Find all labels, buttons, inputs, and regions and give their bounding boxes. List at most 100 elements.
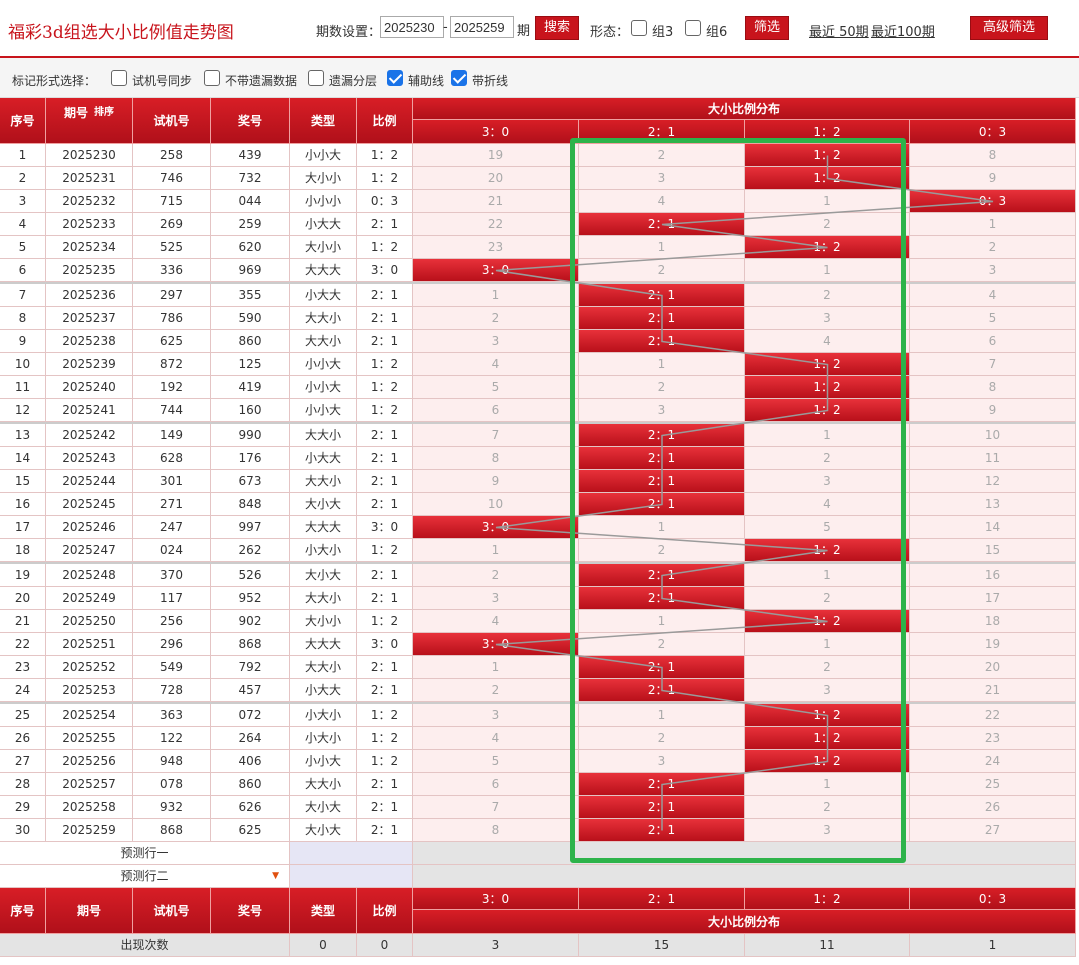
row-type: 小大大 (290, 679, 357, 702)
option-polyline-checkbox[interactable] (451, 70, 467, 86)
row-ratio: 1：2 (357, 376, 413, 399)
row-miss-value: 7 (413, 796, 579, 819)
row-trial-number: 744 (133, 399, 211, 422)
row-trial-number: 192 (133, 376, 211, 399)
row-miss-value: 2 (579, 539, 745, 562)
zu6-checkbox[interactable] (685, 20, 701, 36)
row-miss-value: 2 (579, 376, 745, 399)
row-miss-value: 3 (579, 750, 745, 773)
header-type: 类型 (290, 98, 357, 144)
row-seq: 6 (0, 259, 46, 282)
row-prize-number: 262 (211, 539, 290, 562)
row-miss-value: 8 (910, 144, 1076, 167)
row-ratio: 1：2 (357, 144, 413, 167)
footer-dist-col-0: 3：0 (413, 888, 579, 910)
row-ratio-hit: 2：1 (579, 679, 745, 702)
row-ratio-hit: 1：2 (745, 750, 910, 773)
row-prize-number: 044 (211, 190, 290, 213)
row-period: 2025252 (46, 656, 133, 679)
row-miss-value: 2 (910, 236, 1076, 259)
option-miss-layer-checkbox[interactable] (308, 70, 324, 86)
footer-header-seq: 序号 (0, 888, 46, 934)
row-prize-number: 902 (211, 610, 290, 633)
row-miss-value: 5 (745, 516, 910, 539)
row-ratio: 2：1 (357, 587, 413, 610)
row-miss-value: 10 (910, 424, 1076, 447)
row-miss-value: 6 (910, 330, 1076, 353)
row-miss-value: 1 (413, 539, 579, 562)
row-miss-value: 3 (910, 259, 1076, 282)
row-miss-value: 5 (413, 750, 579, 773)
row-seq: 18 (0, 539, 46, 562)
row-trial-number: 872 (133, 353, 211, 376)
header-trial: 试机号 (133, 98, 211, 144)
period-from-input[interactable] (380, 16, 444, 38)
row-ratio-hit: 1：2 (745, 144, 910, 167)
row-miss-value: 5 (910, 307, 1076, 330)
predict-row-2-input[interactable] (290, 865, 413, 888)
recent-100-link[interactable]: 最近100期 (871, 21, 935, 40)
row-prize-number: 848 (211, 493, 290, 516)
period-suffix: 期 (517, 24, 531, 39)
count-value: 3 (413, 934, 579, 957)
header-ratio: 比例 (357, 98, 413, 144)
row-ratio: 1：2 (357, 353, 413, 376)
row-miss-value: 2 (745, 587, 910, 610)
row-seq: 19 (0, 564, 46, 587)
row-miss-value: 1 (745, 564, 910, 587)
marker-options-bar: 标记形式选择： 试机号同步 不带遗漏数据 遗漏分层 辅助线 带折线 (0, 58, 1079, 98)
row-miss-value: 2 (579, 727, 745, 750)
row-type: 大小小 (290, 610, 357, 633)
sort-button[interactable]: 排序 (94, 107, 114, 118)
row-trial-number: 256 (133, 610, 211, 633)
row-trial-number: 628 (133, 447, 211, 470)
row-ratio: 2：1 (357, 307, 413, 330)
row-miss-value: 22 (413, 213, 579, 236)
recent-50-link[interactable]: 最近 50期 (809, 21, 869, 40)
row-period: 2025253 (46, 679, 133, 702)
row-seq: 13 (0, 424, 46, 447)
row-prize-number: 125 (211, 353, 290, 376)
option-aux-line-checkbox[interactable] (387, 70, 403, 86)
row-miss-value: 23 (413, 236, 579, 259)
row-miss-value: 2 (413, 679, 579, 702)
row-period: 2025257 (46, 773, 133, 796)
option-no-miss-label: 不带遗漏数据 (225, 74, 298, 88)
search-button[interactable]: 搜索 (535, 16, 579, 40)
zu3-checkbox[interactable] (631, 20, 647, 36)
row-seq: 9 (0, 330, 46, 353)
row-ratio-hit: 1：2 (745, 610, 910, 633)
row-ratio-hit: 2：1 (579, 656, 745, 679)
row-type: 小大大 (290, 447, 357, 470)
predict-row-1-input[interactable] (290, 842, 413, 865)
header-period[interactable]: 期号 排序 (46, 98, 133, 144)
row-prize-number: 526 (211, 564, 290, 587)
row-seq: 24 (0, 679, 46, 702)
row-miss-value: 1 (413, 656, 579, 679)
row-seq: 27 (0, 750, 46, 773)
row-miss-value: 4 (413, 727, 579, 750)
row-period: 2025234 (46, 236, 133, 259)
arrow-down-icon[interactable]: ▼ (272, 865, 279, 888)
row-miss-value: 2 (745, 213, 910, 236)
row-miss-value: 4 (745, 493, 910, 516)
option-trial-sync-checkbox[interactable] (111, 70, 127, 86)
row-trial-number: 625 (133, 330, 211, 353)
row-seq: 11 (0, 376, 46, 399)
row-prize-number: 419 (211, 376, 290, 399)
advanced-filter-button[interactable]: 高级筛选 (970, 16, 1048, 40)
marker-options-label: 标记形式选择： (12, 74, 97, 88)
row-type: 大大小 (290, 307, 357, 330)
row-miss-value: 1 (579, 236, 745, 259)
row-type: 大小小 (290, 236, 357, 259)
row-ratio: 2：1 (357, 819, 413, 842)
footer-header-trial: 试机号 (133, 888, 211, 934)
row-prize-number: 160 (211, 399, 290, 422)
option-no-miss-checkbox[interactable] (204, 70, 220, 86)
row-ratio: 1：2 (357, 167, 413, 190)
row-prize-number: 590 (211, 307, 290, 330)
filter-button[interactable]: 筛选 (745, 16, 789, 40)
row-period: 2025249 (46, 587, 133, 610)
period-to-input[interactable] (450, 16, 514, 38)
row-seq: 23 (0, 656, 46, 679)
